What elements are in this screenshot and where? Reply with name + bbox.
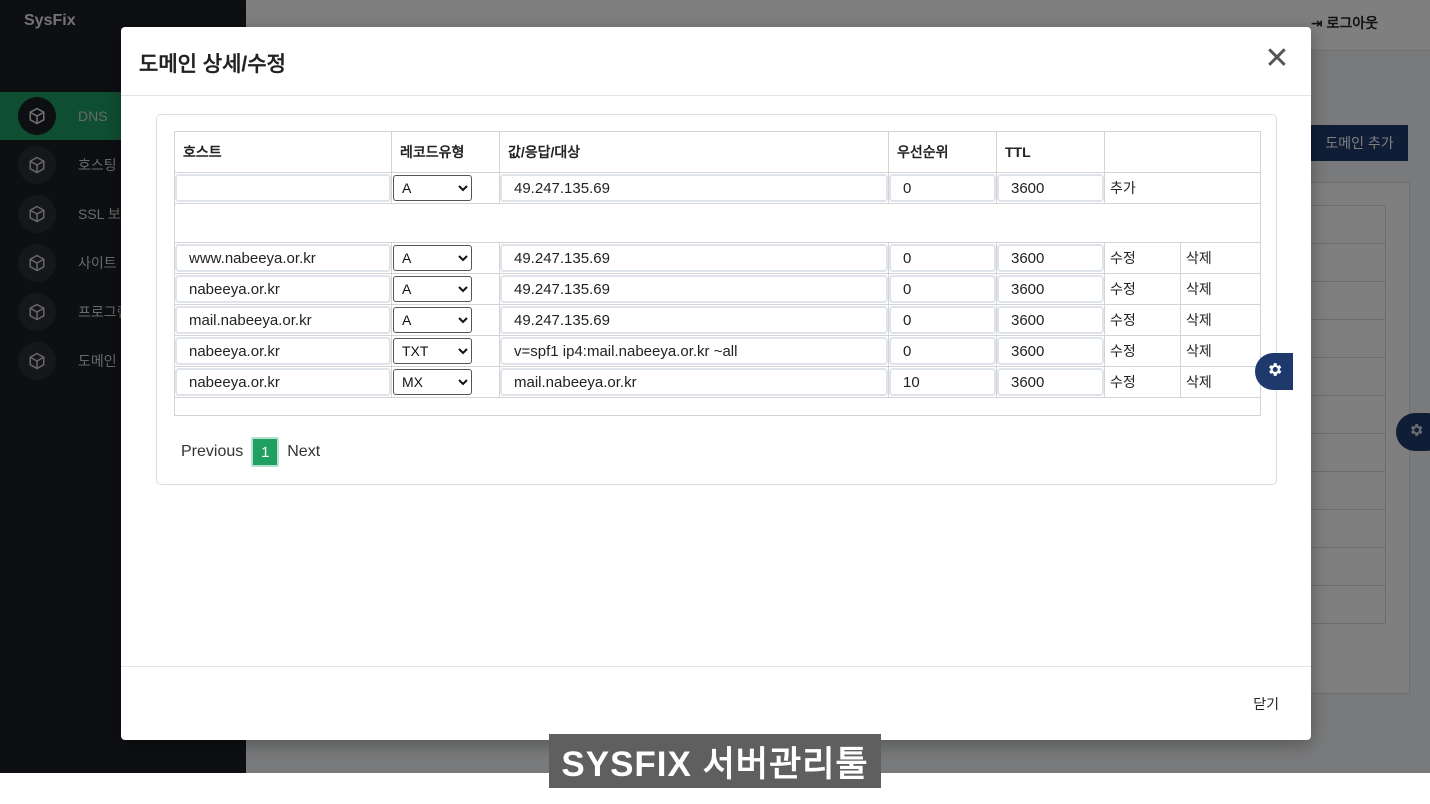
host-input[interactable]: [175, 368, 391, 396]
priority-input[interactable]: [889, 244, 996, 272]
new-host-input[interactable]: [175, 174, 391, 202]
host-input[interactable]: [175, 275, 391, 303]
ttl-input[interactable]: [997, 337, 1104, 365]
edit-button[interactable]: 수정: [1104, 273, 1181, 305]
record-type-select[interactable]: TXT: [393, 338, 472, 364]
host-input[interactable]: [175, 244, 391, 272]
delete-button[interactable]: 삭제: [1180, 273, 1261, 305]
ttl-input[interactable]: [997, 368, 1104, 396]
ttl-input[interactable]: [997, 306, 1104, 334]
settings-side-button[interactable]: [1255, 353, 1293, 390]
pagination: Previous 1 Next: [181, 437, 320, 467]
priority-input[interactable]: [889, 368, 996, 396]
column-header-type: 레코드유형: [391, 131, 500, 173]
delete-button[interactable]: 삭제: [1180, 366, 1261, 398]
table-footer-row: [174, 397, 1261, 416]
value-input[interactable]: [500, 337, 888, 365]
delete-button[interactable]: 삭제: [1180, 304, 1261, 336]
dns-records-card: 호스트 레코드유형 값/응답/대상 우선순위 TTL A 추가 A: [156, 114, 1277, 485]
column-header-ttl: TTL: [996, 131, 1105, 173]
host-input[interactable]: [175, 337, 391, 365]
value-input[interactable]: [500, 244, 888, 272]
delete-button[interactable]: 삭제: [1180, 242, 1261, 274]
modal-header: 도메인 상세/수정 ✕: [121, 27, 1311, 96]
dns-records-table: 호스트 레코드유형 값/응답/대상 우선순위 TTL A 추가 A: [174, 131, 1261, 416]
record-type-select[interactable]: A: [393, 307, 472, 333]
priority-input[interactable]: [889, 306, 996, 334]
value-input[interactable]: [500, 275, 888, 303]
close-button[interactable]: 닫기: [1253, 694, 1279, 714]
column-header-priority: 우선순위: [888, 131, 997, 173]
edit-button[interactable]: 수정: [1104, 304, 1181, 336]
pagination-previous[interactable]: Previous: [181, 443, 243, 461]
priority-input[interactable]: [889, 337, 996, 365]
new-ttl-input[interactable]: [997, 174, 1104, 202]
new-value-input[interactable]: [500, 174, 888, 202]
video-caption: SYSFIX 서버관리툴: [549, 734, 881, 788]
delete-button[interactable]: 삭제: [1180, 335, 1261, 367]
ttl-input[interactable]: [997, 275, 1104, 303]
new-type-select[interactable]: A: [393, 175, 472, 201]
pagination-page-current[interactable]: 1: [251, 437, 280, 467]
value-input[interactable]: [500, 306, 888, 334]
value-input[interactable]: [500, 368, 888, 396]
edit-button[interactable]: 수정: [1104, 335, 1181, 367]
record-type-select[interactable]: A: [393, 245, 472, 271]
modal-footer: 닫기: [121, 666, 1311, 741]
table-row: MX 수정 삭제: [174, 366, 1261, 398]
priority-input[interactable]: [889, 275, 996, 303]
close-icon[interactable]: ✕: [1263, 43, 1291, 75]
host-input[interactable]: [175, 306, 391, 334]
record-type-select[interactable]: A: [393, 276, 472, 302]
record-type-select[interactable]: MX: [393, 369, 472, 395]
column-header-value: 값/응답/대상: [499, 131, 889, 173]
new-priority-input[interactable]: [889, 174, 996, 202]
gear-icon: [1266, 361, 1283, 383]
pagination-next[interactable]: Next: [287, 443, 320, 461]
table-header-row: 호스트 레코드유형 값/응답/대상 우선순위 TTL: [174, 131, 1261, 173]
table-row: TXT 수정 삭제: [174, 335, 1261, 367]
add-record-button[interactable]: 추가: [1104, 172, 1261, 204]
column-header-host: 호스트: [174, 131, 392, 173]
modal-title: 도메인 상세/수정: [139, 53, 286, 76]
edit-button[interactable]: 수정: [1104, 366, 1181, 398]
table-row: A 수정 삭제: [174, 242, 1261, 274]
new-record-row: A 추가: [174, 172, 1261, 204]
table-row: A 수정 삭제: [174, 273, 1261, 305]
table-row: A 수정 삭제: [174, 304, 1261, 336]
edit-button[interactable]: 수정: [1104, 242, 1181, 274]
domain-detail-modal: 도메인 상세/수정 ✕ 호스트 레코드유형 값/응답/대상 우선순위 TTL A: [121, 27, 1311, 740]
table-spacer-row: [174, 203, 1261, 243]
ttl-input[interactable]: [997, 244, 1104, 272]
column-header-actions: [1104, 131, 1261, 173]
